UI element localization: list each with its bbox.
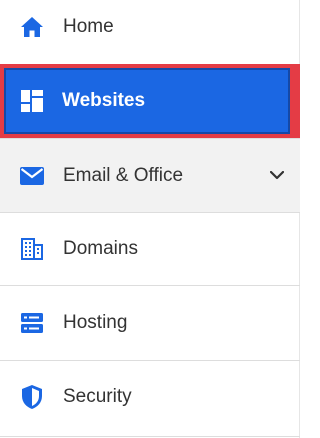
sidebar-nav: Home Websites Email & Office Domains Hos…: [0, 0, 300, 438]
mail-icon: [18, 162, 46, 190]
nav-item-email-office[interactable]: Email & Office: [0, 138, 300, 212]
divider: [0, 436, 300, 437]
nav-item-label: Security: [63, 386, 132, 407]
websites-grid-icon: [18, 87, 46, 115]
nav-item-home[interactable]: Home: [0, 0, 300, 54]
nav-item-websites[interactable]: Websites: [4, 68, 290, 134]
nav-item-label: Domains: [63, 238, 138, 259]
chevron-down-icon[interactable]: [268, 167, 286, 185]
highlight-outline: Websites: [0, 64, 300, 138]
nav-item-domains[interactable]: Domains: [0, 213, 300, 285]
nav-item-label: Email & Office: [63, 164, 184, 186]
shield-icon: [18, 383, 46, 411]
home-icon: [18, 13, 46, 41]
nav-item-hosting[interactable]: Hosting: [0, 286, 300, 360]
nav-item-label: Hosting: [63, 312, 128, 333]
server-icon: [18, 309, 46, 337]
nav-item-label: Websites: [62, 90, 146, 111]
domains-building-icon: [18, 235, 46, 263]
nav-item-security[interactable]: Security: [0, 361, 300, 433]
nav-item-label: Home: [63, 16, 114, 37]
